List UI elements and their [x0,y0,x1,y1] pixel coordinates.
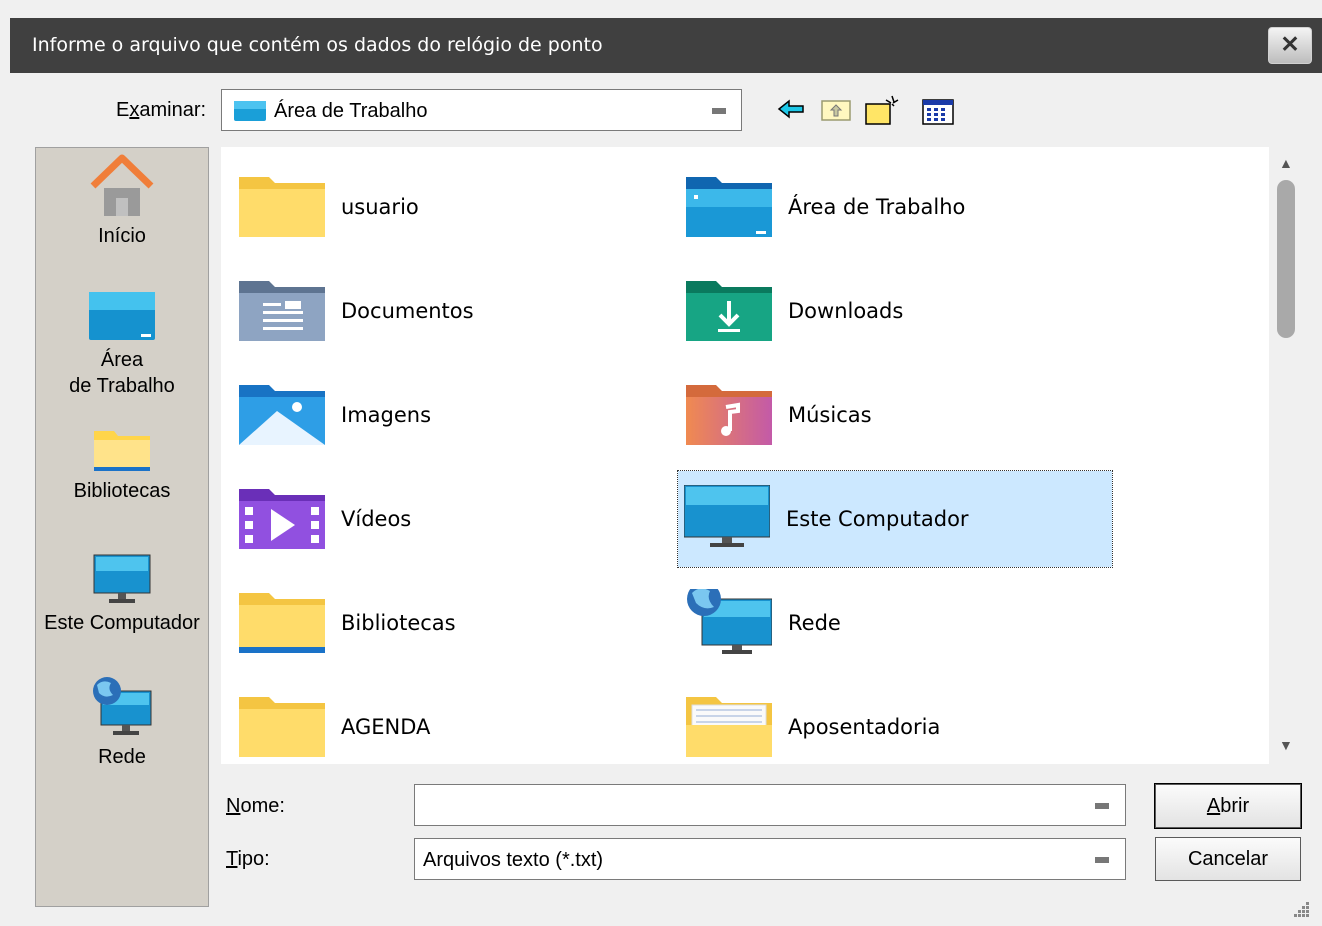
network-icon [687,589,772,654]
list-item-selected[interactable]: Este Computador [677,470,1113,568]
back-icon[interactable] [777,98,805,120]
desktop-icon [89,292,155,340]
place-area-de-trabalho[interactable]: Área de Trabalho [36,292,208,399]
downloads-folder-icon [686,281,772,341]
place-este-computador[interactable]: Este Computador [36,553,208,636]
close-icon: ✕ [1280,31,1300,57]
chevron-down-icon[interactable] [1095,857,1109,863]
places-bar: Início Área de Trabalho Bibliotecas Este… [35,147,209,907]
close-button[interactable]: ✕ [1268,27,1312,64]
list-item[interactable]: Documentos [223,263,653,359]
network-icon [93,677,152,735]
computer-icon [684,485,770,547]
open-button[interactable]: Abrir [1154,783,1302,829]
name-input[interactable] [414,784,1126,826]
list-item[interactable]: Bibliotecas [223,575,653,671]
list-item[interactable]: Aposentadoria [670,679,1104,775]
lookin-dropdown[interactable]: Área de Trabalho [221,89,742,131]
libraries-folder-icon [239,593,325,653]
documents-folder-icon [239,281,325,341]
list-item[interactable]: Rede [670,575,1104,671]
folder-with-files-icon [686,697,772,757]
music-folder-icon [686,385,772,445]
place-rede[interactable]: Rede [36,675,208,770]
desktop-icon [234,101,266,121]
name-label: Nome: [226,795,285,817]
cancel-button[interactable]: Cancelar [1155,837,1301,881]
videos-folder-icon [239,489,325,549]
list-item[interactable]: AGENDA [223,679,653,775]
scrollbar-thumb[interactable] [1277,180,1295,338]
file-list[interactable]: usuario Documentos Imagens Vídeos Biblio… [221,147,1269,764]
type-label: Tipo: [226,848,270,870]
new-folder-icon[interactable] [864,94,900,126]
libraries-icon [94,431,150,471]
type-dropdown[interactable]: Arquivos texto (*.txt) [414,838,1126,880]
list-item[interactable]: Vídeos [223,471,653,567]
type-value: Arquivos texto (*.txt) [423,849,604,871]
pictures-folder-icon [239,385,325,445]
folder-icon [239,177,325,237]
computer-icon [93,554,151,603]
place-bibliotecas[interactable]: Bibliotecas [36,427,208,504]
folder-icon [239,697,325,757]
scroll-down-icon[interactable]: ▼ [1279,737,1293,753]
resize-grip-icon[interactable] [1290,898,1310,918]
chevron-down-icon[interactable] [712,108,726,114]
list-item[interactable]: usuario [223,159,653,255]
list-item[interactable]: Músicas [670,367,1104,463]
lookin-label: Examinar: [116,99,207,121]
vertical-scrollbar[interactable]: ▲ ▼ [1269,147,1303,764]
list-item[interactable]: Imagens [223,367,653,463]
list-item[interactable]: Área de Trabalho [670,159,1104,255]
up-folder-icon[interactable] [820,96,852,122]
chevron-down-icon[interactable] [1095,803,1109,809]
title-bar: Informe o arquivo que contém os dados do… [10,18,1322,73]
desktop-folder-icon [686,177,772,237]
home-icon [90,154,154,216]
scroll-up-icon[interactable]: ▲ [1279,155,1293,171]
place-inicio[interactable]: Início [36,154,208,249]
window-title: Informe o arquivo que contém os dados do… [32,34,603,56]
lookin-value: Área de Trabalho [274,100,428,122]
view-menu-icon[interactable] [922,99,954,125]
list-item[interactable]: Downloads [670,263,1104,359]
